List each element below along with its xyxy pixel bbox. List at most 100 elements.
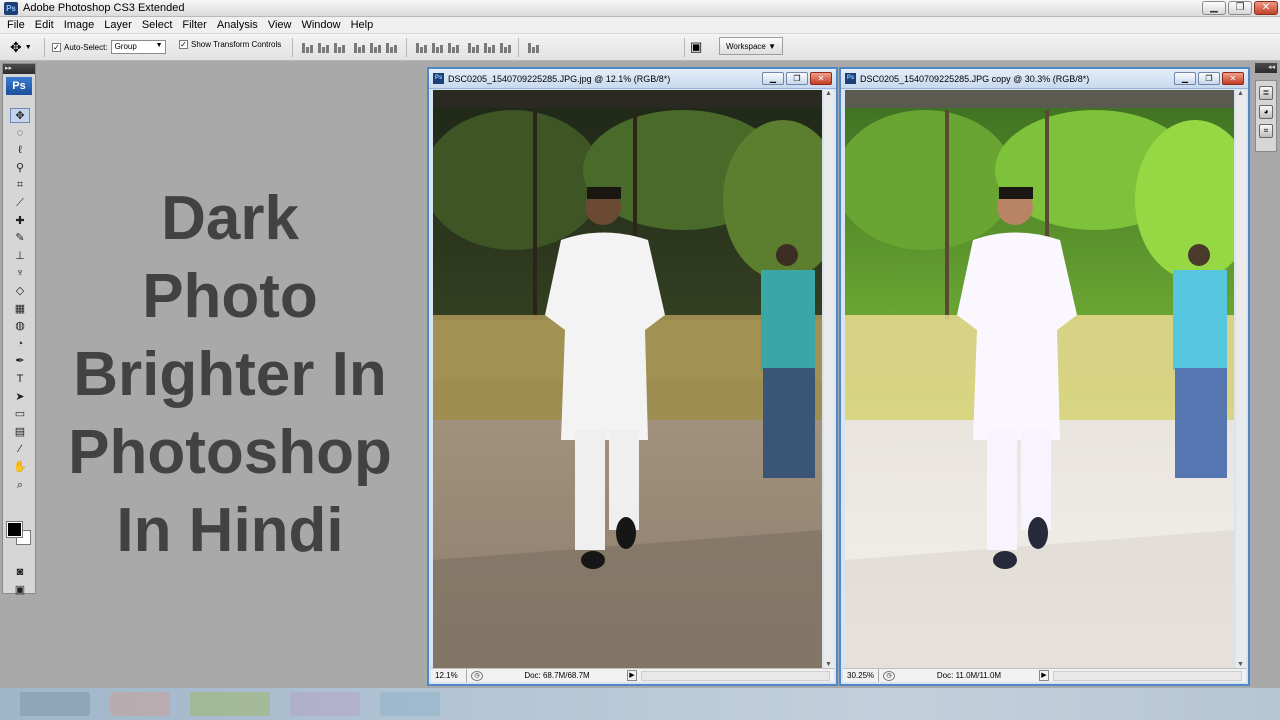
channels-panel-icon[interactable]: ◕ — [1259, 105, 1273, 119]
pen-tool-icon[interactable]: ✒ — [10, 354, 30, 369]
taskbar-item[interactable] — [380, 692, 440, 716]
photo-canvas-dark[interactable] — [433, 90, 822, 668]
panel-dock: ≣ ◕ ⌗ — [1255, 80, 1277, 152]
photo-canvas-bright[interactable] — [845, 90, 1234, 668]
doc-maximize-button[interactable]: ❐ — [1198, 72, 1220, 85]
auto-select-checkbox[interactable]: ✓ — [52, 42, 61, 52]
show-transform-checkbox[interactable]: ✓ — [179, 40, 188, 49]
doc-maximize-button[interactable]: ❐ — [786, 72, 808, 85]
headline-line-2: Photo — [142, 262, 318, 331]
marquee-tool-icon[interactable]: ◌ — [10, 126, 30, 141]
history-brush-tool-icon[interactable]: ♆ — [10, 266, 30, 281]
horizontal-scrollbar[interactable] — [641, 670, 830, 681]
type-tool-icon[interactable]: T — [10, 372, 30, 387]
workspace-button[interactable]: Workspace ▼ — [719, 37, 784, 55]
move-tool-preset-icon[interactable]: ✥ ▼ — [10, 39, 32, 56]
menu-edit[interactable]: Edit — [30, 19, 59, 31]
horizontal-scrollbar[interactable] — [1053, 670, 1242, 681]
zoom-level[interactable]: 12.1% — [431, 669, 467, 682]
brush-tool-icon[interactable]: ✎ — [10, 231, 30, 246]
taskbar-item[interactable] — [190, 692, 270, 716]
eraser-tool-icon[interactable]: ◇ — [10, 284, 30, 299]
menu-layer[interactable]: Layer — [99, 19, 137, 31]
path-selection-tool-icon[interactable]: ➤ — [10, 390, 30, 405]
menu-file[interactable]: File — [2, 19, 30, 31]
close-button[interactable]: ✕ — [1254, 1, 1278, 15]
headline-line-1: Dark — [161, 184, 299, 253]
document-window-original[interactable]: Ps DSC0205_1540709225285.JPG.jpg @ 12.1%… — [427, 67, 838, 686]
align-hcenter-icon[interactable] — [370, 42, 382, 53]
menu-window[interactable]: Window — [296, 19, 345, 31]
status-info-icon[interactable]: ◷ — [883, 670, 895, 681]
quick-mask-icon[interactable]: ◙ — [10, 565, 30, 580]
status-menu-arrow-icon[interactable]: ▶ — [627, 670, 637, 681]
align-bottom-icon[interactable] — [334, 42, 346, 53]
distribute-bottom-icon[interactable] — [448, 42, 460, 53]
vertical-scrollbar[interactable] — [1236, 90, 1246, 668]
menu-analysis[interactable]: Analysis — [212, 19, 263, 31]
document-title-bar[interactable]: Ps DSC0205_1540709225285.JPG.jpg @ 12.1%… — [429, 69, 836, 89]
status-info-icon[interactable]: ◷ — [471, 670, 483, 681]
blur-tool-icon[interactable]: ◍ — [10, 319, 30, 334]
distribute-left-icon[interactable] — [468, 42, 480, 53]
status-menu-arrow-icon[interactable]: ▶ — [1039, 670, 1049, 681]
document-window-copy[interactable]: Ps DSC0205_1540709225285.JPG copy @ 30.3… — [839, 67, 1250, 686]
menu-filter[interactable]: Filter — [177, 19, 211, 31]
align-top-icon[interactable] — [302, 42, 314, 53]
headline-line-4: Photoshop — [68, 418, 392, 487]
zoom-level[interactable]: 30.25% — [843, 669, 879, 682]
doc-minimize-button[interactable]: ▁ — [1174, 72, 1196, 85]
headline-line-5: In Hindi — [116, 496, 344, 565]
document-title: DSC0205_1540709225285.JPG.jpg @ 12.1% (R… — [448, 73, 671, 84]
healing-brush-tool-icon[interactable]: ✚ — [10, 214, 30, 229]
taskbar-item[interactable] — [20, 692, 90, 716]
align-vcenter-icon[interactable] — [318, 42, 330, 53]
panel-dock-grip[interactable]: ◂◂ — [1255, 63, 1277, 73]
photoshop-logo: Ps — [6, 77, 32, 95]
minimize-button[interactable]: ▁ — [1202, 1, 1226, 15]
auto-select-dropdown[interactable]: Group — [110, 40, 166, 54]
doc-close-button[interactable]: ✕ — [810, 72, 832, 85]
taskbar-item[interactable] — [110, 692, 170, 716]
hand-tool-icon[interactable]: ✋ — [10, 460, 30, 475]
doc-minimize-button[interactable]: ▁ — [762, 72, 784, 85]
menu-select[interactable]: Select — [137, 19, 178, 31]
lasso-tool-icon[interactable]: ℓ — [10, 143, 30, 158]
menu-bar: File Edit Image Layer Select Filter Anal… — [0, 17, 1280, 34]
gradient-tool-icon[interactable]: ▦ — [10, 302, 30, 317]
menu-view[interactable]: View — [263, 19, 297, 31]
tools-panel-grip[interactable]: ▸▸ — [3, 64, 35, 74]
layers-panel-icon[interactable]: ≣ — [1259, 86, 1273, 100]
eyedropper-tool-icon[interactable]: ⁄ — [10, 442, 30, 457]
dodge-tool-icon[interactable]: ◔ — [10, 337, 30, 352]
shape-tool-icon[interactable]: ▭ — [10, 407, 30, 422]
notes-tool-icon[interactable]: ▤ — [10, 425, 30, 440]
tools-panel: ▸▸ Ps ✥ ◌ ℓ ⚲ ⌗ ⟋ ✚ ✎ ⊥ ♆ ◇ ▦ ◍ ◔ ✒ T ➤ ▭ ▤ ⁄ ✋ ⌕ ◙ ▣ — [2, 63, 36, 596]
clone-stamp-tool-icon[interactable]: ⊥ — [10, 249, 30, 264]
auto-align-layers-icon[interactable] — [528, 42, 540, 53]
move-tool-icon[interactable]: ✥ — [10, 108, 30, 123]
maximize-button[interactable]: ❐ — [1228, 1, 1252, 15]
slice-tool-icon[interactable]: ⟋ — [10, 196, 30, 211]
crop-tool-icon[interactable]: ⌗ — [10, 178, 30, 193]
vertical-scrollbar[interactable] — [824, 90, 834, 668]
zoom-tool-icon[interactable]: ⌕ — [10, 478, 30, 493]
align-left-icon[interactable] — [354, 42, 366, 53]
distribute-hcenter-icon[interactable] — [484, 42, 496, 53]
menu-image[interactable]: Image — [59, 19, 100, 31]
taskbar-item[interactable] — [290, 692, 360, 716]
paths-panel-icon[interactable]: ⌗ — [1259, 124, 1273, 138]
magic-wand-tool-icon[interactable]: ⚲ — [10, 161, 30, 176]
menu-help[interactable]: Help — [346, 19, 379, 31]
doc-close-button[interactable]: ✕ — [1222, 72, 1244, 85]
foreground-color-swatch[interactable] — [6, 521, 23, 538]
align-right-icon[interactable] — [386, 42, 398, 53]
distribute-vcenter-icon[interactable] — [432, 42, 444, 53]
distribute-top-icon[interactable] — [416, 42, 428, 53]
photoshop-app-icon: Ps — [4, 1, 18, 15]
bridge-icon[interactable]: ▣ — [690, 39, 702, 55]
distribute-right-icon[interactable] — [500, 42, 512, 53]
options-separator — [292, 38, 293, 57]
document-title-bar[interactable]: Ps DSC0205_1540709225285.JPG copy @ 30.3… — [841, 69, 1248, 89]
screen-mode-icon[interactable]: ▣ — [10, 583, 30, 598]
